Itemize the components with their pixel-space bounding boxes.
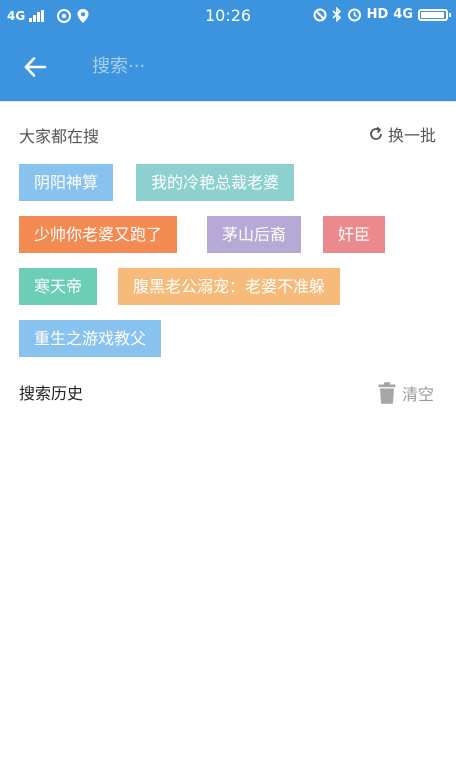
network-type-right: 4G (393, 7, 413, 22)
refresh-button[interactable]: 换一批 (368, 122, 436, 146)
battery-fill (421, 11, 444, 18)
hot-tag[interactable]: 茅山后裔 (207, 216, 302, 253)
bluetooth-icon (332, 7, 341, 22)
app-bar (0, 32, 456, 101)
arrow-left-icon (24, 57, 47, 77)
hot-tag[interactable]: 奸臣 (323, 216, 386, 253)
hot-tag[interactable]: 阴阳神算 (19, 164, 114, 201)
hot-tag[interactable]: 少帅你老婆又跑了 (19, 216, 178, 253)
status-right-group: HD 4G (313, 7, 451, 22)
hot-tag[interactable]: 寒天帝 (19, 268, 98, 305)
battery-icon (418, 8, 451, 21)
status-bar: 4G 10:26 HD 4G (0, 0, 456, 32)
search-input[interactable] (80, 50, 420, 82)
alarm-icon (347, 8, 361, 22)
search-history-title: 搜索历史 (19, 384, 84, 403)
refresh-icon (370, 126, 382, 140)
hot-tag[interactable]: 我的冷艳总裁老婆 (136, 164, 295, 201)
hot-tag[interactable]: 重生之游戏教父 (19, 320, 162, 357)
refresh-label: 换一批 (387, 126, 436, 145)
clear-history-button[interactable]: 清空 (378, 381, 434, 405)
back-button[interactable] (18, 52, 52, 82)
clear-label: 清空 (401, 385, 434, 404)
divider (0, 101, 456, 102)
hot-searches-title: 大家都在搜 (19, 127, 100, 146)
trash-icon (378, 382, 396, 404)
hd-indicator: HD (366, 7, 389, 22)
hot-tag[interactable]: 腹黑老公溺宠：老婆不准躲 (118, 268, 341, 305)
mute-icon (313, 8, 327, 21)
